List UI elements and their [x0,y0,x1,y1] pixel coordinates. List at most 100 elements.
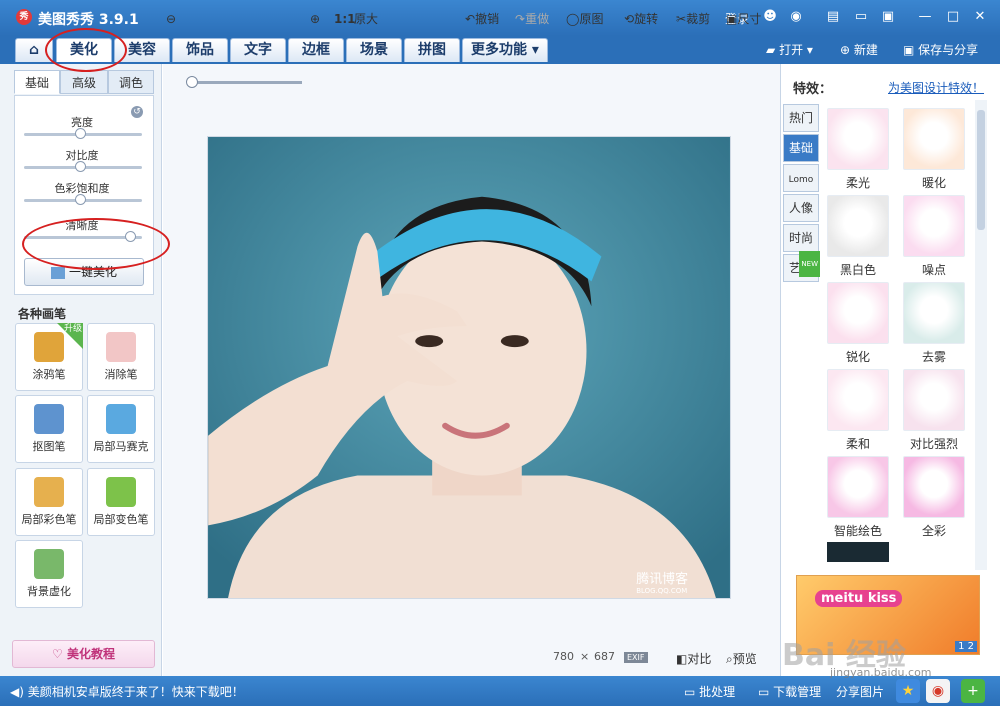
tab-text[interactable]: 文字 [230,38,286,62]
effect-item[interactable]: 暖化 [902,108,966,191]
message-icon[interactable]: ▭ [853,9,869,25]
effect-category-label: 基础 [788,141,813,155]
effect-item[interactable]: 全彩 [902,456,966,539]
effect-category-tab[interactable]: 热门 [783,104,819,132]
rotate-button[interactable]: ⟲旋转 [624,11,658,27]
design-effects-link[interactable]: 为美图设计特效！ [888,79,984,96]
image-width: 780 [553,650,574,663]
download-label: 下载管理 [773,685,822,699]
brush-label: 涂鸦笔 [32,368,66,381]
original-size-button[interactable]: 原大 [354,11,378,27]
close-icon[interactable]: ✕ [972,9,988,25]
status-message[interactable]: ◀) 美颜相机安卓版终于来了！快来下载吧！ [10,683,244,700]
weibo-icon[interactable]: ◉ [788,9,804,25]
tab-collage[interactable]: 拼图 [404,38,460,62]
effect-category-tab[interactable]: 时尚 [783,224,819,252]
save-share-button[interactable]: ▣ 保存与分享 [903,40,978,60]
brush-tool[interactable]: 局部彩色笔 [15,468,83,536]
add-icon[interactable]: + [961,679,985,703]
effect-label: 全彩 [921,524,946,538]
effect-item[interactable]: 锐化 [826,282,890,365]
effect-category-tab[interactable]: Lomo [783,164,819,192]
slider-thumb[interactable] [75,194,86,205]
subtab-color[interactable]: 调色 [108,70,154,94]
new-button[interactable]: ⊕ 新建 [840,40,878,60]
photo-canvas[interactable]: 腾讯博客 BLOG.QQ.COM [207,136,731,599]
preview-button[interactable]: ⌕预览 [726,650,757,667]
tab-accessories[interactable]: 饰品 [172,38,228,62]
effect-item[interactable]: 柔和 [826,369,890,452]
effect-item[interactable]: 对比强烈 [902,369,966,452]
zoom-slider[interactable] [190,81,302,84]
preview-label: 预览 [732,652,757,666]
weibo-share-icon[interactable]: ◉ [926,679,950,703]
brush-icon [34,404,64,434]
new-badge: NEW [799,251,820,277]
compare-button[interactable]: ◧对比 [676,650,711,667]
effects-scroll-thumb[interactable] [977,110,985,230]
effect-item[interactable]: 智能绘色 [826,456,890,539]
brush-label: 背景虚化 [27,585,71,598]
effect-label: 去雾 [921,350,946,364]
zoom-in-icon[interactable]: ⊕ [310,11,320,27]
effect-extra-thumb [827,542,889,562]
open-button[interactable]: ▰ 打开 ▾ [766,40,813,60]
exif-button[interactable]: EXIF [624,652,648,663]
brush-icon [34,549,64,579]
share-image-button[interactable]: 分享图片 [836,683,884,700]
redo-button[interactable]: ↷重做 [515,11,549,27]
annotation-circle-beautify-tab [45,28,127,72]
preview-icon: ⌕ [726,652,733,666]
qq-icon[interactable]: ☻ [762,9,778,25]
brush-label: 抠图笔 [32,440,66,453]
subtab-basic[interactable]: 基础 [14,70,60,94]
brush-label: 局部马赛克 [93,440,149,453]
subtab-advanced[interactable]: 高级 [60,70,108,94]
brush-tool[interactable]: 局部变色笔 [87,468,155,536]
effect-category-tab[interactable]: 人像 [783,194,819,222]
feedback-icon[interactable]: ▤ [825,9,841,25]
tab-scene[interactable]: 场景 [346,38,402,62]
zoom-out-icon[interactable]: ⊖ [166,11,176,27]
star-icon[interactable]: ★ [896,679,920,703]
brush-tool[interactable]: 局部马赛克 [87,395,155,463]
batch-icon: ▭ [684,685,700,699]
original-label: 原图 [579,12,604,26]
skin-icon[interactable]: ▣ [880,9,896,25]
download-manager-button[interactable]: ▭ 下载管理 [758,683,821,700]
effect-item[interactable]: 柔光 [826,108,890,191]
photo-watermark-sub: BLOG.QQ.COM [636,587,687,595]
effect-item[interactable]: 噪点 [902,195,966,278]
status-bar: ◀) 美颜相机安卓版终于来了！快来下载吧！ ▭ 批处理 ▭ 下载管理 分享图片 … [0,676,1000,706]
slider-thumb[interactable] [75,128,86,139]
brush-tool[interactable]: 背景虚化 [15,540,83,608]
effect-category-tab[interactable]: 艺术NEW [783,251,820,282]
resize-icon: ▣ [726,12,738,26]
effect-preview-extra[interactable] [826,542,890,562]
tab-frame[interactable]: 边框 [288,38,344,62]
crop-button[interactable]: ✂裁剪 [676,11,710,27]
circle-icon: ◯ [566,12,580,26]
brush-icon [34,477,64,507]
effect-item[interactable]: 黑白色 [826,195,890,278]
original-button[interactable]: ◯原图 [566,11,603,27]
redo-label: 重做 [525,12,550,26]
crop-label: 裁剪 [686,12,711,26]
batch-button[interactable]: ▭ 批处理 [684,683,735,700]
brush-tool[interactable]: 抠图笔 [15,395,83,463]
tab-more[interactable]: 更多功能 ▾ [462,38,548,62]
zoom-ratio[interactable]: 1:1 [334,11,356,27]
maximize-icon[interactable]: □ [945,9,961,25]
size-button[interactable]: ▣尺寸 [726,11,761,27]
minimize-icon[interactable]: — [917,9,933,25]
undo-button[interactable]: ↶撤销 [465,11,499,27]
slider-thumb[interactable] [75,161,86,172]
main-nav: ⌂ 美化 美容 饰品 文字 边框 场景 拼图 更多功能 ▾ ▰ 打开 ▾ ⊕ 新… [0,36,1000,64]
zoom-slider-thumb[interactable] [186,76,198,88]
brush-tool[interactable]: 涂鸦笔 升级 [15,323,83,391]
brush-tool[interactable]: 消除笔 [87,323,155,391]
beautify-tutorial-button[interactable]: ♡ 美化教程 [12,640,155,668]
effect-item[interactable]: 去雾 [902,282,966,365]
effect-category-tab[interactable]: 基础 [783,134,819,162]
ad-pager[interactable]: 1 2 [955,641,977,652]
